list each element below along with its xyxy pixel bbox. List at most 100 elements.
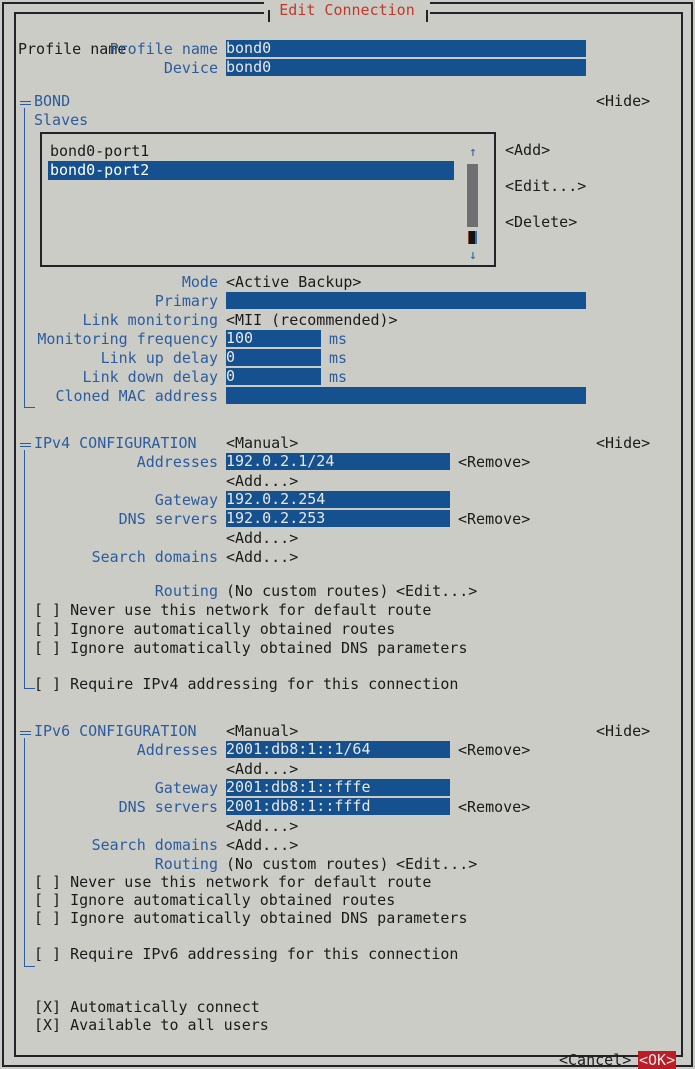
checkbox-label: Automatically connect <box>70 998 260 1016</box>
ipv6-gateway-fill: ________ <box>370 779 443 796</box>
edit-connection-window: Edit Connection Profile name Profile nam… <box>0 0 695 1069</box>
checkbox-label: Ignore automatically obtained routes <box>70 891 396 909</box>
checkbox-label: Ignore automatically obtained DNS parame… <box>70 639 468 657</box>
monitoring-frequency-unit: ms <box>329 330 348 348</box>
ipv6-dns-input[interactable]: 2001:db8:1::fffd________ <box>226 798 450 815</box>
ipv4-hide-button[interactable]: <Hide> <box>596 434 650 452</box>
ipv4-method-value[interactable]: <Manual> <box>226 434 298 452</box>
ipv6-ignore-dns-checkbox[interactable]: [ ] Ignore automatically obtained DNS pa… <box>34 909 467 927</box>
link-monitoring-label: Link monitoring <box>82 311 218 329</box>
checkbox-mark: [ ] <box>34 891 62 909</box>
ipv4-dns-remove-button[interactable]: <Remove> <box>458 510 530 528</box>
monitoring-frequency-label: Monitoring frequency <box>37 330 218 348</box>
slaves-add-button[interactable]: <Add> <box>505 141 550 159</box>
ipv4-dns-fill: _____________ <box>325 510 443 527</box>
link-down-delay-label: Link down delay <box>82 368 218 386</box>
checkbox-label: Ignore automatically obtained DNS parame… <box>70 909 468 927</box>
ipv4-address-remove-button[interactable]: <Remove> <box>458 453 530 471</box>
bond-hide-button[interactable]: <Hide> <box>596 92 650 110</box>
ipv6-hide-button[interactable]: <Hide> <box>596 722 650 740</box>
link-monitoring-value[interactable]: <MII (recommended)> <box>226 311 398 329</box>
ipv6-search-domains-add-button[interactable]: <Add...> <box>226 836 298 854</box>
ipv6-address-add-button[interactable]: <Add...> <box>226 760 298 778</box>
link-down-delay-fill: ________ <box>235 368 308 385</box>
ipv4-dns-add-button[interactable]: <Add...> <box>226 529 298 547</box>
ipv6-dns-label: DNS servers <box>118 798 218 816</box>
bond-mode-value[interactable]: <Active Backup> <box>226 273 361 291</box>
ipv4-require-checkbox[interactable]: [ ] Require IPv4 addressing for this con… <box>34 675 458 693</box>
ipv4-address-add-button[interactable]: <Add...> <box>226 472 298 490</box>
automatically-connect-checkbox[interactable]: [X] Automatically connect <box>34 998 260 1016</box>
ipv4-dns-input[interactable]: 192.0.2.253_____________ <box>226 510 450 527</box>
checkbox-mark: [ ] <box>34 873 62 891</box>
bond-collapse-icon[interactable] <box>20 100 31 107</box>
checkbox-mark: [X] <box>34 1016 62 1034</box>
ipv6-dns-value: 2001:db8:1::fffd <box>226 798 371 815</box>
ipv4-gateway-label: Gateway <box>154 491 218 509</box>
ipv6-routing-value: (No custom routes) <box>226 855 389 873</box>
checkbox-label: Never use this network for default route <box>70 601 432 619</box>
slaves-listbox[interactable]: bond0-port1 bond0-port2 ↑ ↓ <box>40 132 496 267</box>
monitoring-frequency-value: 100 <box>226 330 254 347</box>
ipv4-address-value: 192.0.2.1/24 <box>226 453 335 470</box>
ipv4-section-label: IPv4 CONFIGURATION <box>34 434 197 452</box>
profile-name-value: bond0 <box>226 40 272 57</box>
ipv4-collapse-icon[interactable] <box>20 442 31 449</box>
checkbox-label: Available to all users <box>70 1016 269 1034</box>
link-up-delay-fill: ________ <box>235 349 308 366</box>
scrollbar-thumb[interactable] <box>467 164 478 227</box>
checkbox-label: Require IPv6 addressing for this connect… <box>70 945 459 963</box>
link-up-delay-input[interactable]: 0________ <box>226 349 321 366</box>
ipv6-gateway-label: Gateway <box>154 779 218 797</box>
ipv6-require-checkbox[interactable]: [ ] Require IPv6 addressing for this con… <box>34 945 458 963</box>
slaves-edit-button[interactable]: <Edit...> <box>505 177 586 195</box>
ok-button[interactable]: <OK> <box>638 1051 677 1069</box>
slaves-delete-button[interactable]: <Delete> <box>505 213 577 231</box>
ipv6-address-remove-button[interactable]: <Remove> <box>458 741 530 759</box>
ipv6-collapse-icon[interactable] <box>20 730 31 737</box>
ipv4-ignore-routes-checkbox[interactable]: [ ] Ignore automatically obtained routes <box>34 620 395 638</box>
ipv4-dns-label: DNS servers <box>118 510 218 528</box>
cancel-button[interactable]: <Cancel> <box>559 1051 631 1069</box>
ipv4-gateway-input[interactable]: 192.0.2.254_____________ <box>226 491 450 508</box>
ipv6-routing-edit-button[interactable]: <Edit...> <box>396 855 477 873</box>
ipv4-address-input[interactable]: 192.0.2.1/24____________ <box>226 453 450 470</box>
ipv6-address-fill: ________ <box>370 741 443 758</box>
ipv6-search-domains-label: Search domains <box>91 836 218 854</box>
device-input[interactable]: bond0___________________________________… <box>226 59 586 76</box>
checkbox-mark: [ ] <box>34 945 62 963</box>
ipv6-dns-fill: ________ <box>370 798 443 815</box>
profile-name-input[interactable]: bond0___________________________________… <box>226 40 586 57</box>
ipv6-never-default-route-checkbox[interactable]: [ ] Never use this network for default r… <box>34 873 431 891</box>
ipv6-gateway-value: 2001:db8:1::fffe <box>226 779 371 796</box>
ipv4-never-default-route-checkbox[interactable]: [ ] Never use this network for default r… <box>34 601 431 619</box>
checkbox-mark: [ ] <box>34 601 62 619</box>
monitoring-frequency-input[interactable]: 100______ <box>226 330 321 347</box>
ipv4-routing-edit-button[interactable]: <Edit...> <box>396 582 477 600</box>
scroll-up-icon[interactable]: ↑ <box>469 146 477 159</box>
link-down-delay-input[interactable]: 0________ <box>226 368 321 385</box>
ipv4-search-domains-add-button[interactable]: <Add...> <box>226 548 298 566</box>
ipv4-routing-label: Routing <box>154 582 218 600</box>
bond-primary-input[interactable] <box>226 292 586 309</box>
cloned-mac-input[interactable] <box>226 387 586 404</box>
ipv6-dns-add-button[interactable]: <Add...> <box>226 817 298 835</box>
ipv6-method-value[interactable]: <Manual> <box>226 722 298 740</box>
ipv6-address-input[interactable]: 2001:db8:1::1/64________ <box>226 741 450 758</box>
scroll-down-icon[interactable]: ↓ <box>469 249 477 262</box>
scrollbar-marker[interactable] <box>468 231 477 244</box>
title-tick-right <box>426 10 428 22</box>
list-item[interactable]: bond0-port2 <box>48 161 454 180</box>
ipv6-ignore-routes-checkbox[interactable]: [ ] Ignore automatically obtained routes <box>34 891 395 909</box>
link-up-delay-unit: ms <box>329 349 348 367</box>
list-item[interactable]: bond0-port1 <box>50 142 149 161</box>
checkbox-label: Never use this network for default route <box>70 873 432 891</box>
checkbox-label: Require IPv4 addressing for this connect… <box>70 675 459 693</box>
title-tick-left <box>268 10 270 22</box>
device-fill: ______________________________________ <box>271 59 586 76</box>
available-to-all-users-checkbox[interactable]: [X] Available to all users <box>34 1016 269 1034</box>
ipv4-ignore-dns-checkbox[interactable]: [ ] Ignore automatically obtained DNS pa… <box>34 639 467 657</box>
ipv6-gateway-input[interactable]: 2001:db8:1::fffe________ <box>226 779 450 796</box>
ipv6-dns-remove-button[interactable]: <Remove> <box>458 798 530 816</box>
ipv4-search-domains-label: Search domains <box>91 548 218 566</box>
